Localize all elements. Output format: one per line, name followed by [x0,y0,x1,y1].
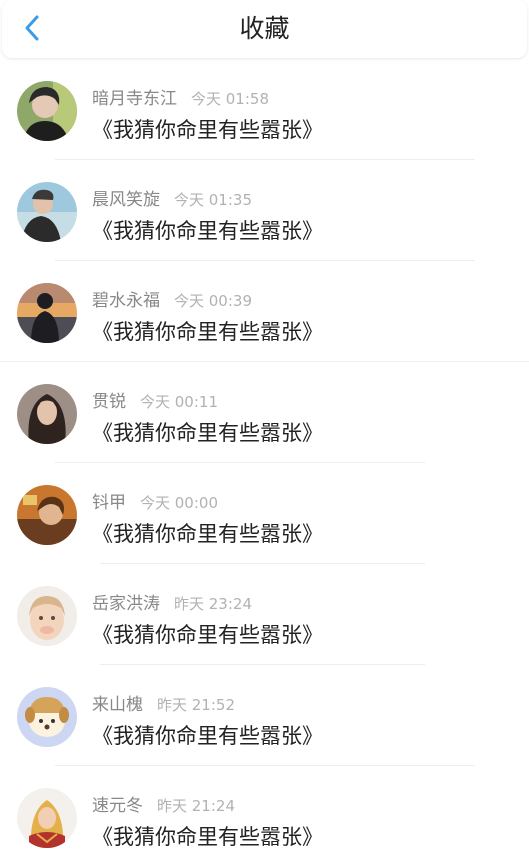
item-meta: 暗月寺东江 今天 01:58 [92,84,269,109]
item-time: 今天 01:35 [174,191,252,209]
item-time: 昨天 21:24 [157,797,235,815]
item-meta: 岳家洪涛 昨天 23:24 [92,589,252,614]
page-title: 收藏 [239,14,290,43]
item-message: 《我猜你命里有些嚣张》 [92,623,323,647]
list-item[interactable]: 晨风笑旋 今天 01:35 《我猜你命里有些嚣张》 [0,160,529,261]
item-time: 今天 00:39 [174,292,252,310]
avatar[interactable] [17,182,77,242]
item-meta: 贯锐 今天 00:11 [92,387,218,412]
avatar[interactable] [17,788,77,848]
item-name: 贯锐 [92,392,126,412]
item-meta: 晨风笑旋 今天 01:35 [92,185,252,210]
item-meta: 钭甲 今天 00:00 [92,488,218,513]
list-item[interactable]: 暗月寺东江 今天 01:58 《我猜你命里有些嚣张》 [0,59,529,160]
item-message: 《我猜你命里有些嚣张》 [92,118,323,142]
favorites-list: 暗月寺东江 今天 01:58 《我猜你命里有些嚣张》 晨风笑旋 今天 01:35 《… [0,59,529,867]
item-time: 昨天 23:24 [174,595,252,613]
item-time: 今天 00:11 [140,393,218,411]
item-time: 昨天 21:52 [157,696,235,714]
list-item[interactable]: 钭甲 今天 00:00 《我猜你命里有些嚣张》 [0,463,529,564]
avatar[interactable] [17,485,77,545]
avatar[interactable] [17,81,77,141]
item-name: 钭甲 [92,493,126,513]
avatar[interactable] [17,687,77,747]
item-name: 暗月寺东江 [92,89,177,109]
item-name: 碧水永福 [92,291,160,311]
item-time: 今天 00:00 [140,494,218,512]
avatar[interactable] [17,384,77,444]
item-message: 《我猜你命里有些嚣张》 [92,219,323,243]
item-name: 速元冬 [92,796,143,816]
item-name: 晨风笑旋 [92,190,160,210]
item-name: 岳家洪涛 [92,594,160,614]
list-item[interactable]: 岳家洪涛 昨天 23:24 《我猜你命里有些嚣张》 [0,564,529,665]
item-message: 《我猜你命里有些嚣张》 [92,724,323,748]
item-name: 来山槐 [92,695,143,715]
list-item[interactable]: 速元冬 昨天 21:24 《我猜你命里有些嚣张》 [0,766,529,867]
item-meta: 来山槐 昨天 21:52 [92,690,235,715]
item-message: 《我猜你命里有些嚣张》 [92,825,323,849]
item-message: 《我猜你命里有些嚣张》 [92,421,323,445]
item-time: 今天 01:58 [191,90,269,108]
item-meta: 速元冬 昨天 21:24 [92,791,235,816]
list-item[interactable]: 来山槐 昨天 21:52 《我猜你命里有些嚣张》 [0,665,529,766]
avatar[interactable] [17,283,77,343]
item-meta: 碧水永福 今天 00:39 [92,286,252,311]
list-item[interactable]: 贯锐 今天 00:11 《我猜你命里有些嚣张》 [0,362,529,463]
avatar[interactable] [17,586,77,646]
item-message: 《我猜你命里有些嚣张》 [92,522,323,546]
item-message: 《我猜你命里有些嚣张》 [92,320,323,344]
list-item[interactable]: 碧水永福 今天 00:39 《我猜你命里有些嚣张》 [0,261,529,362]
header-bar: 收藏 [2,0,527,58]
